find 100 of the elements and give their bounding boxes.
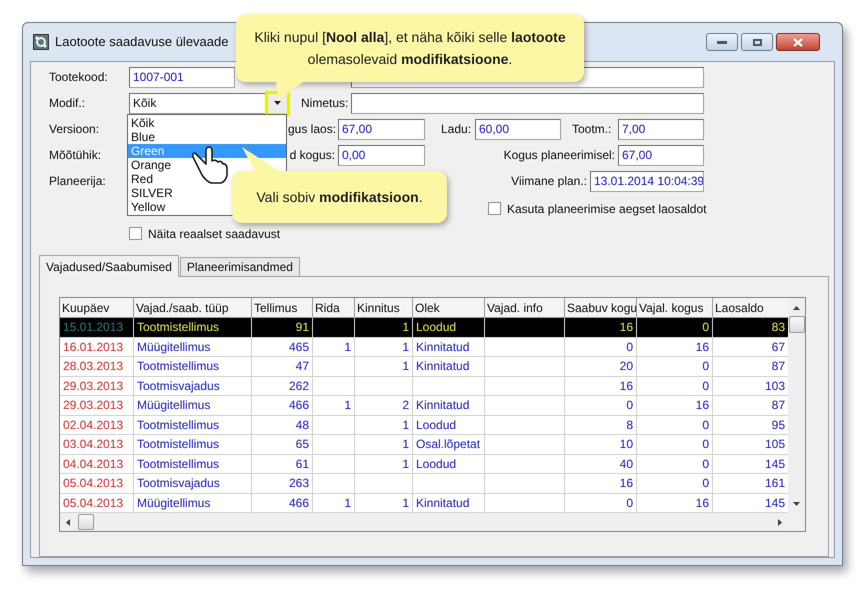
table-cell-text: Kinnitatud bbox=[416, 494, 470, 512]
column-header[interactable]: Laosaldo bbox=[713, 298, 788, 318]
table-cell-text: 15.01.2013 bbox=[63, 319, 124, 336]
dropdown-option[interactable]: Orange bbox=[128, 158, 174, 172]
table-cell-text: 1 bbox=[402, 416, 409, 434]
table-cell-text: Loodud bbox=[416, 416, 456, 434]
table-row[interactable]: 02.04.2013 Tootmistellimus 48 1 Loodud 8 0 95 bbox=[60, 416, 788, 435]
table-cell-text: 65 bbox=[296, 436, 309, 454]
column-header[interactable]: Kinnitus bbox=[355, 298, 413, 318]
table-row[interactable]: 29.03.2013 Müügitellimus 466 1 2 Kinnitatud 0 16 87 bbox=[60, 396, 788, 416]
table-cell-text: 61 bbox=[296, 456, 309, 473]
field-label: Modif.: bbox=[49, 95, 86, 112]
table-cell-text: 1 bbox=[402, 338, 409, 356]
field-label: Kogus planeerimisel: bbox=[502, 147, 616, 164]
scroll-thumb[interactable] bbox=[788, 316, 804, 333]
table-cell-text: 02.04.2013 bbox=[63, 416, 124, 434]
column-header[interactable]: Vajad./saab. tüüp bbox=[134, 298, 252, 318]
table-cell-text: 1 bbox=[402, 494, 409, 512]
table-cell-text: 29.03.2013 bbox=[63, 378, 124, 395]
table-row[interactable]: 15.01.2013 Tootmistellimus 91 1 Loodud 16 0 83 bbox=[60, 318, 788, 338]
caret-icon bbox=[274, 101, 281, 105]
tab[interactable]: Planeerimisandmed bbox=[180, 257, 300, 276]
text-field[interactable]: 7,00 bbox=[618, 118, 704, 140]
table-row[interactable]: 16.01.2013 Müügitellimus 465 1 1 Kinnitatud 0 16 67 bbox=[60, 338, 788, 357]
table-cell-text: 1 bbox=[402, 456, 409, 473]
table-cell-text: 466 bbox=[288, 397, 309, 414]
text-field[interactable]: 1007-001 bbox=[129, 66, 235, 88]
text-field[interactable]: 60,00 bbox=[475, 118, 561, 140]
column-header[interactable]: Tellimus bbox=[252, 298, 313, 318]
dropdown-option[interactable]: SILVER bbox=[128, 186, 176, 200]
field-label: Tootekood: bbox=[49, 69, 109, 86]
table-cell-text: Müügitellimus bbox=[137, 494, 210, 512]
table-cell-text: Kinnitatud bbox=[416, 397, 470, 414]
table-cell-text: 95 bbox=[772, 416, 785, 434]
column-header[interactable]: Saabuv kogu bbox=[565, 298, 637, 318]
field-label: gus laos: bbox=[288, 121, 338, 138]
table-cell-text: 0 bbox=[626, 338, 633, 356]
minimize-button[interactable] bbox=[706, 33, 738, 51]
table-cell-text: 0 bbox=[702, 378, 709, 395]
column-header[interactable]: Vajad. info bbox=[485, 298, 565, 318]
table-cell-text: 161 bbox=[764, 475, 785, 492]
scroll-thumb[interactable] bbox=[78, 514, 94, 530]
table-cell-text: Müügitellimus bbox=[137, 397, 210, 414]
column-header[interactable]: Rida bbox=[313, 298, 355, 318]
table-cell-text: 91 bbox=[296, 319, 309, 336]
table-cell-text: 1 bbox=[344, 338, 351, 356]
tab[interactable]: Vajadused/Saabumised bbox=[39, 255, 179, 277]
close-button[interactable] bbox=[776, 33, 820, 51]
table-cell-text: 16 bbox=[696, 494, 709, 512]
scroll-right-icon bbox=[778, 518, 782, 526]
scroll-down-icon bbox=[793, 502, 800, 506]
table-cell-text: 29.03.2013 bbox=[63, 397, 124, 414]
text-field[interactable]: 67,00 bbox=[338, 118, 425, 140]
table-cell-text: 0 bbox=[702, 319, 709, 336]
table-cell-text: 0 bbox=[702, 436, 709, 454]
modif-dropdown[interactable]: Kõik bbox=[129, 92, 288, 114]
table-row[interactable]: 05.04.2013 Müügitellimus 466 1 1 Kinnitatud 0 16 145 bbox=[60, 494, 788, 513]
table-cell-text: Tootmistellimus bbox=[137, 416, 220, 434]
dropdown-option[interactable]: Yellow bbox=[128, 200, 168, 214]
field-label: Ladu: bbox=[441, 121, 472, 138]
dropdown-button[interactable] bbox=[268, 94, 287, 112]
field-label: d kogus: bbox=[288, 147, 336, 164]
table-cell-text: 263 bbox=[288, 475, 309, 492]
table-cell-text: 103 bbox=[764, 378, 785, 395]
text-field[interactable]: 0,00 bbox=[338, 144, 425, 166]
table-row[interactable]: 28.03.2013 Tootmistellimus 47 1 Kinnitatud 20 0 87 bbox=[60, 357, 788, 376]
table-cell-text: 1 bbox=[344, 397, 351, 414]
table-row[interactable]: 03.04.2013 Tootmistellimus 65 1 Osal.lõpetat 10 0 105 bbox=[60, 435, 788, 454]
maximize-button[interactable] bbox=[741, 33, 773, 51]
table-cell-text: 8 bbox=[626, 416, 633, 434]
table-row[interactable]: 29.03.2013 Tootmisvajadus 262 16 0 103 bbox=[60, 376, 788, 396]
table-cell-text: 16 bbox=[620, 378, 633, 395]
field-label: Versioon: bbox=[49, 121, 100, 138]
table-cell-text: 16.01.2013 bbox=[63, 338, 124, 356]
field-label: Viimane plan.: bbox=[511, 173, 588, 190]
table-cell-text: 0 bbox=[702, 456, 709, 473]
column-header[interactable]: Olek bbox=[413, 298, 485, 318]
table-cell-text: 0 bbox=[702, 358, 709, 376]
table-cell-text: 1 bbox=[402, 436, 409, 454]
table-cell-text: 105 bbox=[764, 436, 785, 454]
table-cell-text: 1 bbox=[402, 358, 409, 376]
text-field[interactable] bbox=[351, 92, 704, 114]
table-cell-text: 0 bbox=[626, 494, 633, 512]
column-header[interactable]: Kuupäev bbox=[60, 298, 134, 318]
table-row[interactable]: 04.04.2013 Tootmistellimus 61 1 Loodud 40 0 145 bbox=[60, 454, 788, 474]
dropdown-option[interactable]: Kõik bbox=[128, 116, 158, 130]
table-cell-text: Tootmistellimus bbox=[137, 456, 220, 473]
checkbox[interactable] bbox=[129, 227, 142, 240]
dropdown-option[interactable]: Blue bbox=[128, 130, 158, 144]
field-label: Planeerija: bbox=[49, 173, 107, 190]
text-field[interactable]: 67,00 bbox=[618, 144, 704, 166]
table-row[interactable]: 05.04.2013 Tootmisvajadus 263 16 0 161 bbox=[60, 474, 788, 494]
table-cell-text: Osal.lõpetat bbox=[416, 436, 480, 454]
checkbox[interactable] bbox=[488, 202, 501, 215]
table-cell-text: 48 bbox=[296, 416, 309, 434]
column-header[interactable]: Vajal. kogus bbox=[637, 298, 713, 318]
table-cell-text: 0 bbox=[626, 397, 633, 414]
dropdown-option[interactable]: Red bbox=[128, 172, 156, 186]
app-icon bbox=[33, 34, 49, 50]
hand-pointer-icon bbox=[192, 145, 228, 185]
